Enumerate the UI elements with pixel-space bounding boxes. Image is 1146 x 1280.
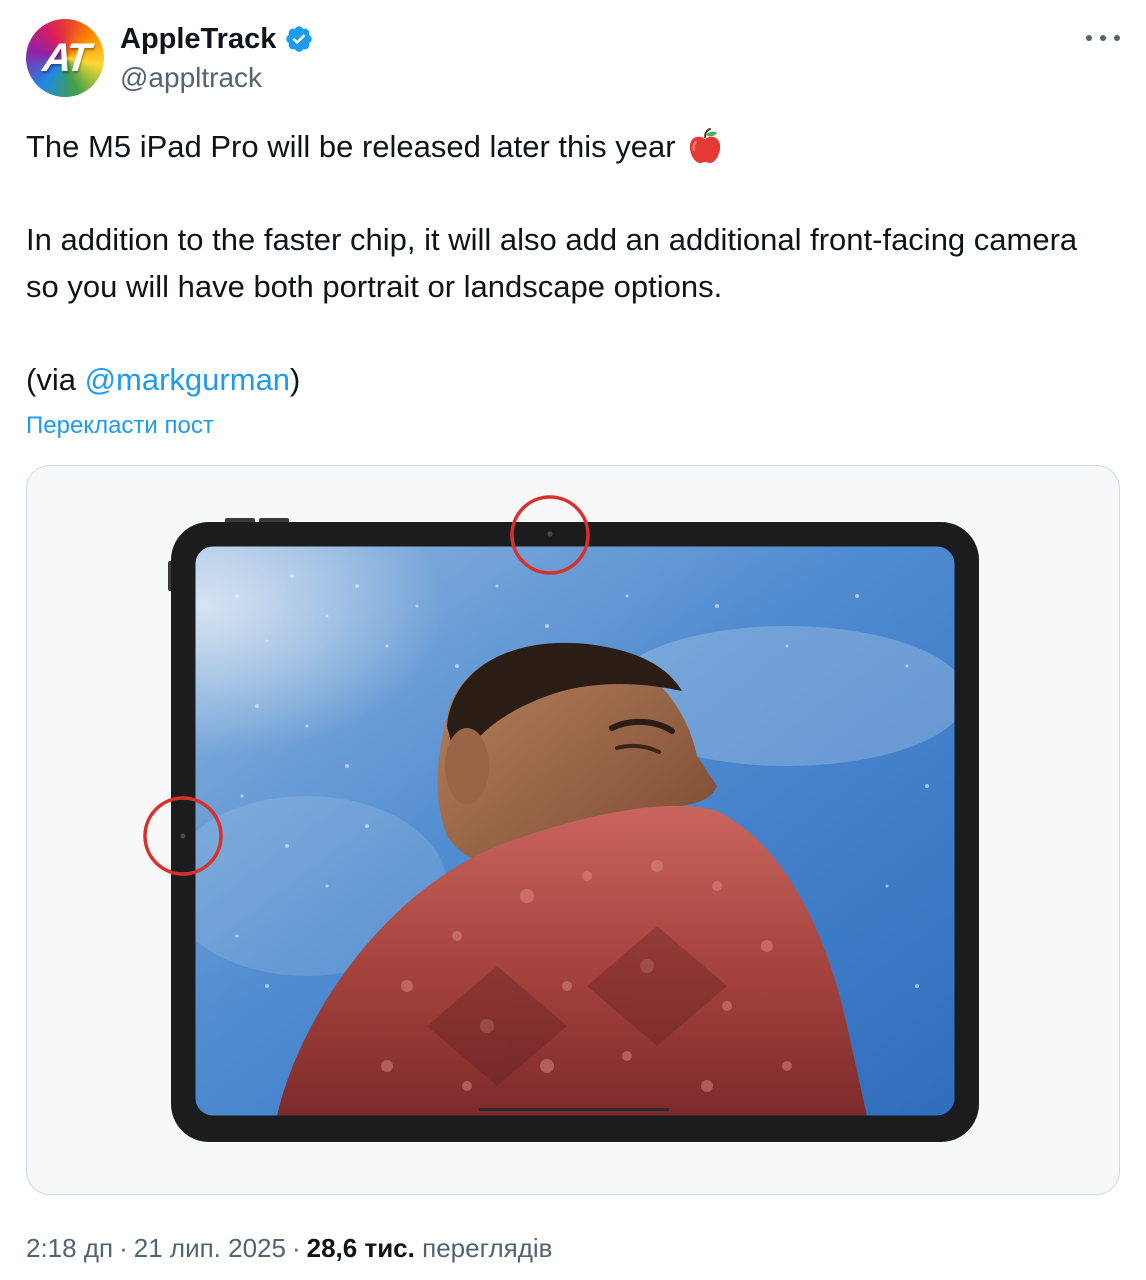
tweet-line-1-text: The M5 iPad Pro will be released later t… <box>26 129 676 164</box>
avatar-logo-text: AT <box>40 35 90 80</box>
translate-post-link[interactable]: Перекласти пост <box>26 410 214 442</box>
meta-separator: · <box>119 1233 128 1263</box>
via-prefix: (via <box>26 361 85 397</box>
tweet-date[interactable]: 21 лип. 2025 <box>134 1233 286 1263</box>
ipad-photo <box>143 495 979 1142</box>
display-name[interactable]: AppleTrack <box>120 21 276 57</box>
red-apple-icon <box>690 128 721 163</box>
more-dot <box>1114 35 1120 41</box>
top-camera-dot <box>547 531 553 537</box>
media-card[interactable] <box>26 465 1120 1195</box>
more-options-icon[interactable] <box>1086 28 1120 48</box>
meta-separator: · <box>291 1233 301 1263</box>
mention-link[interactable]: @markgurman <box>85 362 290 397</box>
avatar[interactable]: AT <box>26 19 104 97</box>
tweet-time[interactable]: 2:18 дп <box>26 1233 113 1263</box>
author-handle[interactable]: @appltrack <box>120 60 262 96</box>
views-count: 28,6 тис. <box>306 1233 415 1263</box>
side-camera-dot <box>180 833 186 839</box>
author-name-row[interactable]: AppleTrack <box>120 21 314 57</box>
views-label: переглядів <box>422 1233 553 1263</box>
tweet-line-3: (via @markgurman) <box>26 357 1116 404</box>
tweet-text: The M5 iPad Pro will be released later t… <box>26 124 1116 403</box>
more-dot <box>1100 35 1106 41</box>
verified-badge-icon <box>286 26 313 52</box>
tweet-meta: 2:18 дп · 21 лип. 2025 · 28,6 тис. перегляді… <box>26 1230 553 1266</box>
tweet-line-2: In addition to the faster chip, it will … <box>26 222 1078 304</box>
tweet-line-1: The M5 iPad Pro will be released later t… <box>26 124 1116 171</box>
via-suffix: ) <box>290 361 301 397</box>
more-dot <box>1086 35 1092 41</box>
